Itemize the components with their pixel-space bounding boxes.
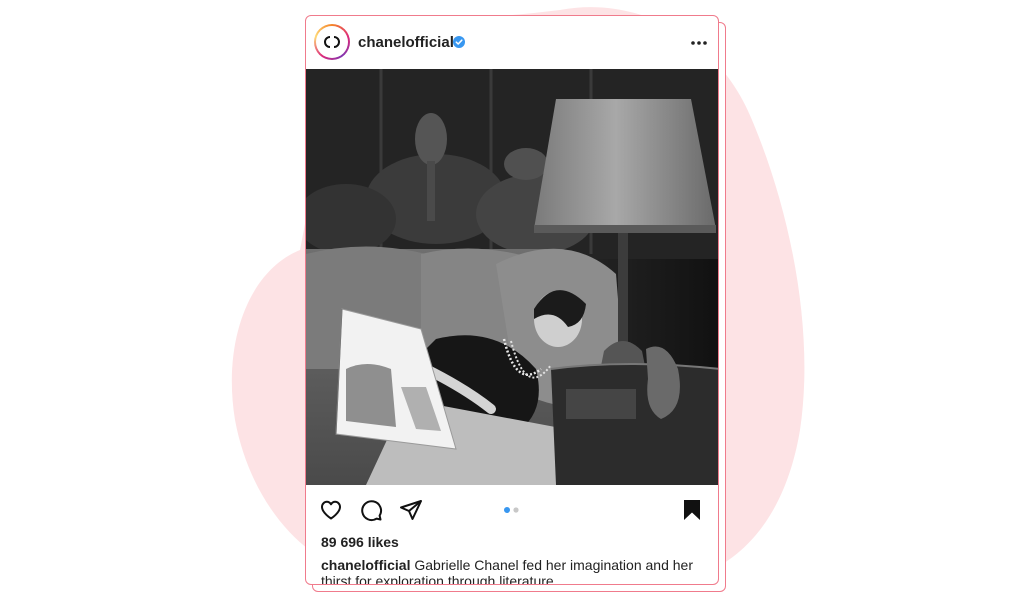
- post-photo[interactable]: [306, 69, 719, 485]
- more-options-icon[interactable]: [690, 40, 708, 46]
- carousel-dot-active: [504, 507, 510, 513]
- caption-username[interactable]: chanelofficial: [321, 557, 410, 573]
- post-header: chanelofficial: [306, 16, 718, 69]
- post-actions-bar: [306, 494, 718, 528]
- carousel-indicator: [504, 507, 519, 513]
- bookmark-icon[interactable]: [680, 498, 704, 522]
- avatar-ring[interactable]: [314, 24, 350, 60]
- comment-icon[interactable]: [359, 498, 383, 522]
- post-caption: chanelofficial Gabrielle Chanel fed her …: [321, 557, 711, 584]
- share-icon[interactable]: [399, 498, 423, 522]
- likes-count[interactable]: 89 696 likes: [321, 534, 399, 550]
- chanel-logo-icon: [324, 36, 340, 48]
- instagram-post-card: chanelofficial 89 696 likes chaneloffici…: [305, 15, 719, 585]
- avatar[interactable]: [316, 26, 348, 58]
- verified-badge-icon: [453, 36, 465, 48]
- heart-icon[interactable]: [319, 498, 343, 522]
- post-username[interactable]: chanelofficial: [358, 34, 454, 51]
- carousel-dot: [513, 507, 519, 513]
